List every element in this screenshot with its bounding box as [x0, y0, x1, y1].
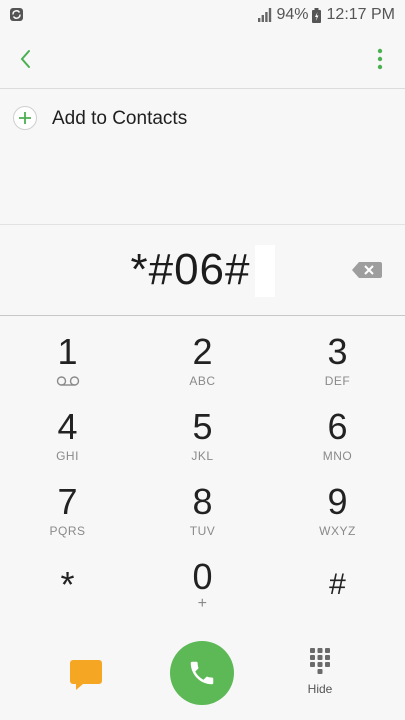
key-6[interactable]: 6 MNO — [270, 391, 405, 466]
key-digit: 8 — [192, 481, 213, 522]
call-button[interactable] — [170, 641, 234, 705]
dialed-number: *#06# — [130, 245, 251, 294]
number-field-wrapper: *#06# — [130, 245, 275, 297]
key-9[interactable]: 9 WXYZ — [270, 466, 405, 541]
key-digit: 0 — [192, 556, 213, 597]
key-letters: WXYZ — [319, 524, 356, 538]
dialpad-icon — [310, 648, 330, 674]
key-star[interactable]: * — [0, 541, 135, 616]
key-digit: # — [329, 568, 346, 601]
key-7[interactable]: 7 PQRS — [0, 466, 135, 541]
chevron-left-icon[interactable] — [14, 45, 38, 73]
sync-icon — [10, 8, 23, 21]
key-digit: * — [60, 564, 75, 605]
keypad: 1 2 ABC 3 DEF 4 GHI 5 JKL 6 MNO 7 PQRS 8… — [0, 316, 405, 626]
signal-icon — [258, 8, 272, 22]
status-time: 12:17 PM — [326, 6, 395, 23]
battery-icon — [311, 7, 321, 23]
key-3[interactable]: 3 DEF — [270, 316, 405, 391]
status-bar: 94% 12:17 PM — [0, 0, 405, 30]
key-letters: + — [197, 595, 208, 612]
hide-keypad-button[interactable]: Hide — [300, 648, 340, 708]
key-digit: 6 — [327, 406, 348, 447]
key-digit: 2 — [192, 331, 213, 372]
key-hash[interactable]: # — [270, 541, 405, 616]
plus-icon — [13, 106, 37, 130]
bottom-bar: Hide — [0, 630, 405, 720]
key-digit: 1 — [57, 331, 78, 372]
message-icon[interactable] — [70, 660, 102, 690]
battery-percent: 94% — [276, 6, 309, 23]
key-letters: GHI — [56, 449, 79, 463]
phone-icon — [190, 661, 214, 685]
key-digit: 9 — [327, 481, 348, 522]
hide-label: Hide — [307, 682, 333, 696]
key-8[interactable]: 8 TUV — [135, 466, 270, 541]
key-digit: 5 — [192, 406, 213, 447]
backspace-icon[interactable] — [352, 262, 382, 278]
key-digit: 3 — [327, 331, 348, 372]
text-cursor — [254, 245, 275, 297]
number-display[interactable]: *#06# — [0, 225, 405, 315]
voicemail-icon — [56, 376, 79, 386]
key-digit: 4 — [57, 406, 78, 447]
key-letters: MNO — [322, 449, 353, 463]
key-letters: ABC — [189, 374, 216, 388]
suggestions-area — [0, 149, 405, 224]
key-letters: DEF — [324, 374, 351, 388]
key-letters: PQRS — [49, 524, 86, 538]
key-0[interactable]: 0 + — [135, 541, 270, 616]
key-letters: JKL — [191, 449, 214, 463]
key-2[interactable]: 2 ABC — [135, 316, 270, 391]
status-indicators: 94% 12:17 PM — [258, 5, 395, 25]
key-1[interactable]: 1 — [0, 316, 135, 391]
add-to-contacts-button[interactable]: Add to Contacts — [0, 89, 405, 149]
key-digit: 7 — [57, 481, 78, 522]
dialer-screen: 94% 12:17 PM Add to Contacts *#06# 1 2 A… — [0, 0, 405, 720]
add-to-contacts-label: Add to Contacts — [52, 108, 188, 129]
action-bar — [0, 30, 405, 88]
more-vertical-icon[interactable] — [377, 47, 383, 71]
key-letters: TUV — [189, 524, 216, 538]
key-4[interactable]: 4 GHI — [0, 391, 135, 466]
key-5[interactable]: 5 JKL — [135, 391, 270, 466]
